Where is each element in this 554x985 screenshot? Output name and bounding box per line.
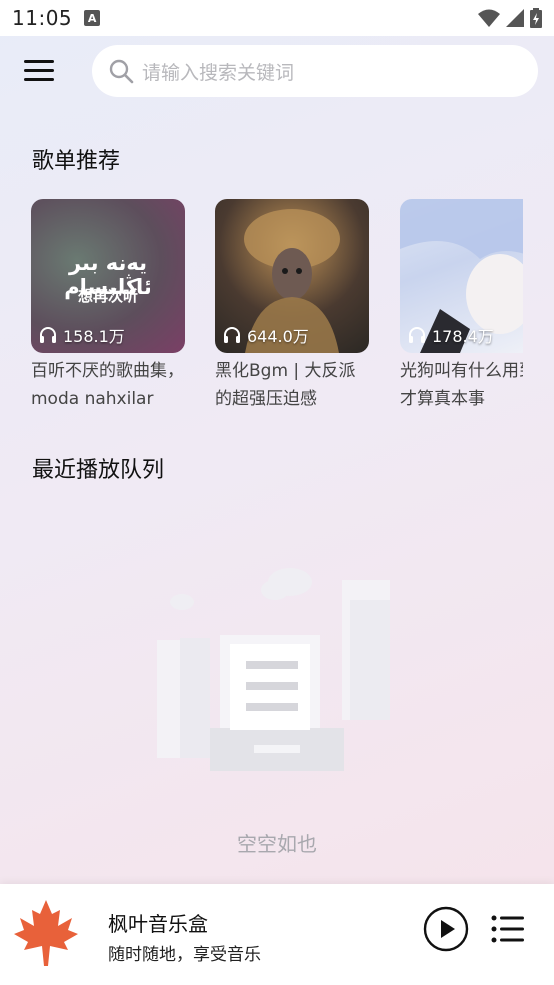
menu-icon[interactable] — [24, 60, 54, 86]
status-icons — [478, 8, 542, 28]
signal-icon — [506, 9, 524, 27]
status-bar: 11:05 A — [0, 0, 554, 36]
play-count: 644.0万 — [223, 323, 309, 347]
mini-player[interactable]: 枫叶音乐盒 随时随地，享受音乐 — [0, 884, 554, 985]
playlist-queue-icon[interactable] — [490, 914, 524, 944]
playlist-cover: 178.4万 — [400, 199, 523, 353]
section-title-recent: 最近播放队列 — [32, 458, 165, 483]
playlist-cover: 644.0万 — [215, 199, 369, 353]
battery-icon — [530, 8, 542, 28]
search-icon — [109, 59, 134, 84]
playlist-carousel[interactable]: يەنە بىر ئاڭلىسام 想再次听 158.1万 百听不厌的歌曲集，m… — [0, 190, 523, 420]
play-count-value: 178.4万 — [432, 327, 494, 346]
play-count: 158.1万 — [39, 323, 125, 347]
wifi-icon — [478, 9, 500, 27]
play-count-value: 644.0万 — [247, 327, 309, 346]
search-placeholder: 请输入搜索关键词 — [142, 61, 295, 84]
status-time: 11:05 — [12, 6, 73, 30]
playlist-title: 百听不厌的歌曲集，moda nahxilar — [31, 361, 184, 409]
player-title: 枫叶音乐盒 — [108, 912, 208, 936]
headphones-icon — [409, 327, 425, 343]
empty-state-illustration — [157, 568, 390, 771]
playlist-card[interactable]: 644.0万 黑化Bgm | 大反派的超强压迫感 — [215, 199, 369, 413]
playlist-card[interactable]: 178.4万 光狗叫有什么用到我才算真本事 — [400, 199, 523, 413]
headphones-icon — [224, 327, 240, 343]
maple-leaf-logo — [14, 900, 78, 966]
playlist-title: 光狗叫有什么用到我才算真本事 — [400, 361, 523, 409]
play-icon[interactable] — [423, 906, 469, 952]
play-count-value: 158.1万 — [63, 327, 125, 346]
playlist-card[interactable]: يەنە بىر ئاڭلىسام 想再次听 158.1万 百听不厌的歌曲集，m… — [31, 199, 185, 413]
notification-icon: A — [84, 10, 101, 26]
player-subtitle: 随时随地，享受音乐 — [108, 945, 261, 965]
playlist-title: 黑化Bgm | 大反派的超强压迫感 — [215, 361, 356, 409]
empty-state-text: 空空如也 — [237, 832, 317, 856]
playlist-cover: يەنە بىر ئاڭلىسام 想再次听 158.1万 — [31, 199, 185, 353]
headphones-icon — [40, 327, 56, 343]
cover-text-line2: 想再次听 — [77, 287, 138, 305]
section-title-recommend: 歌单推荐 — [32, 149, 121, 174]
search-input[interactable]: 请输入搜索关键词 — [92, 45, 538, 97]
play-count: 178.4万 — [408, 323, 494, 347]
